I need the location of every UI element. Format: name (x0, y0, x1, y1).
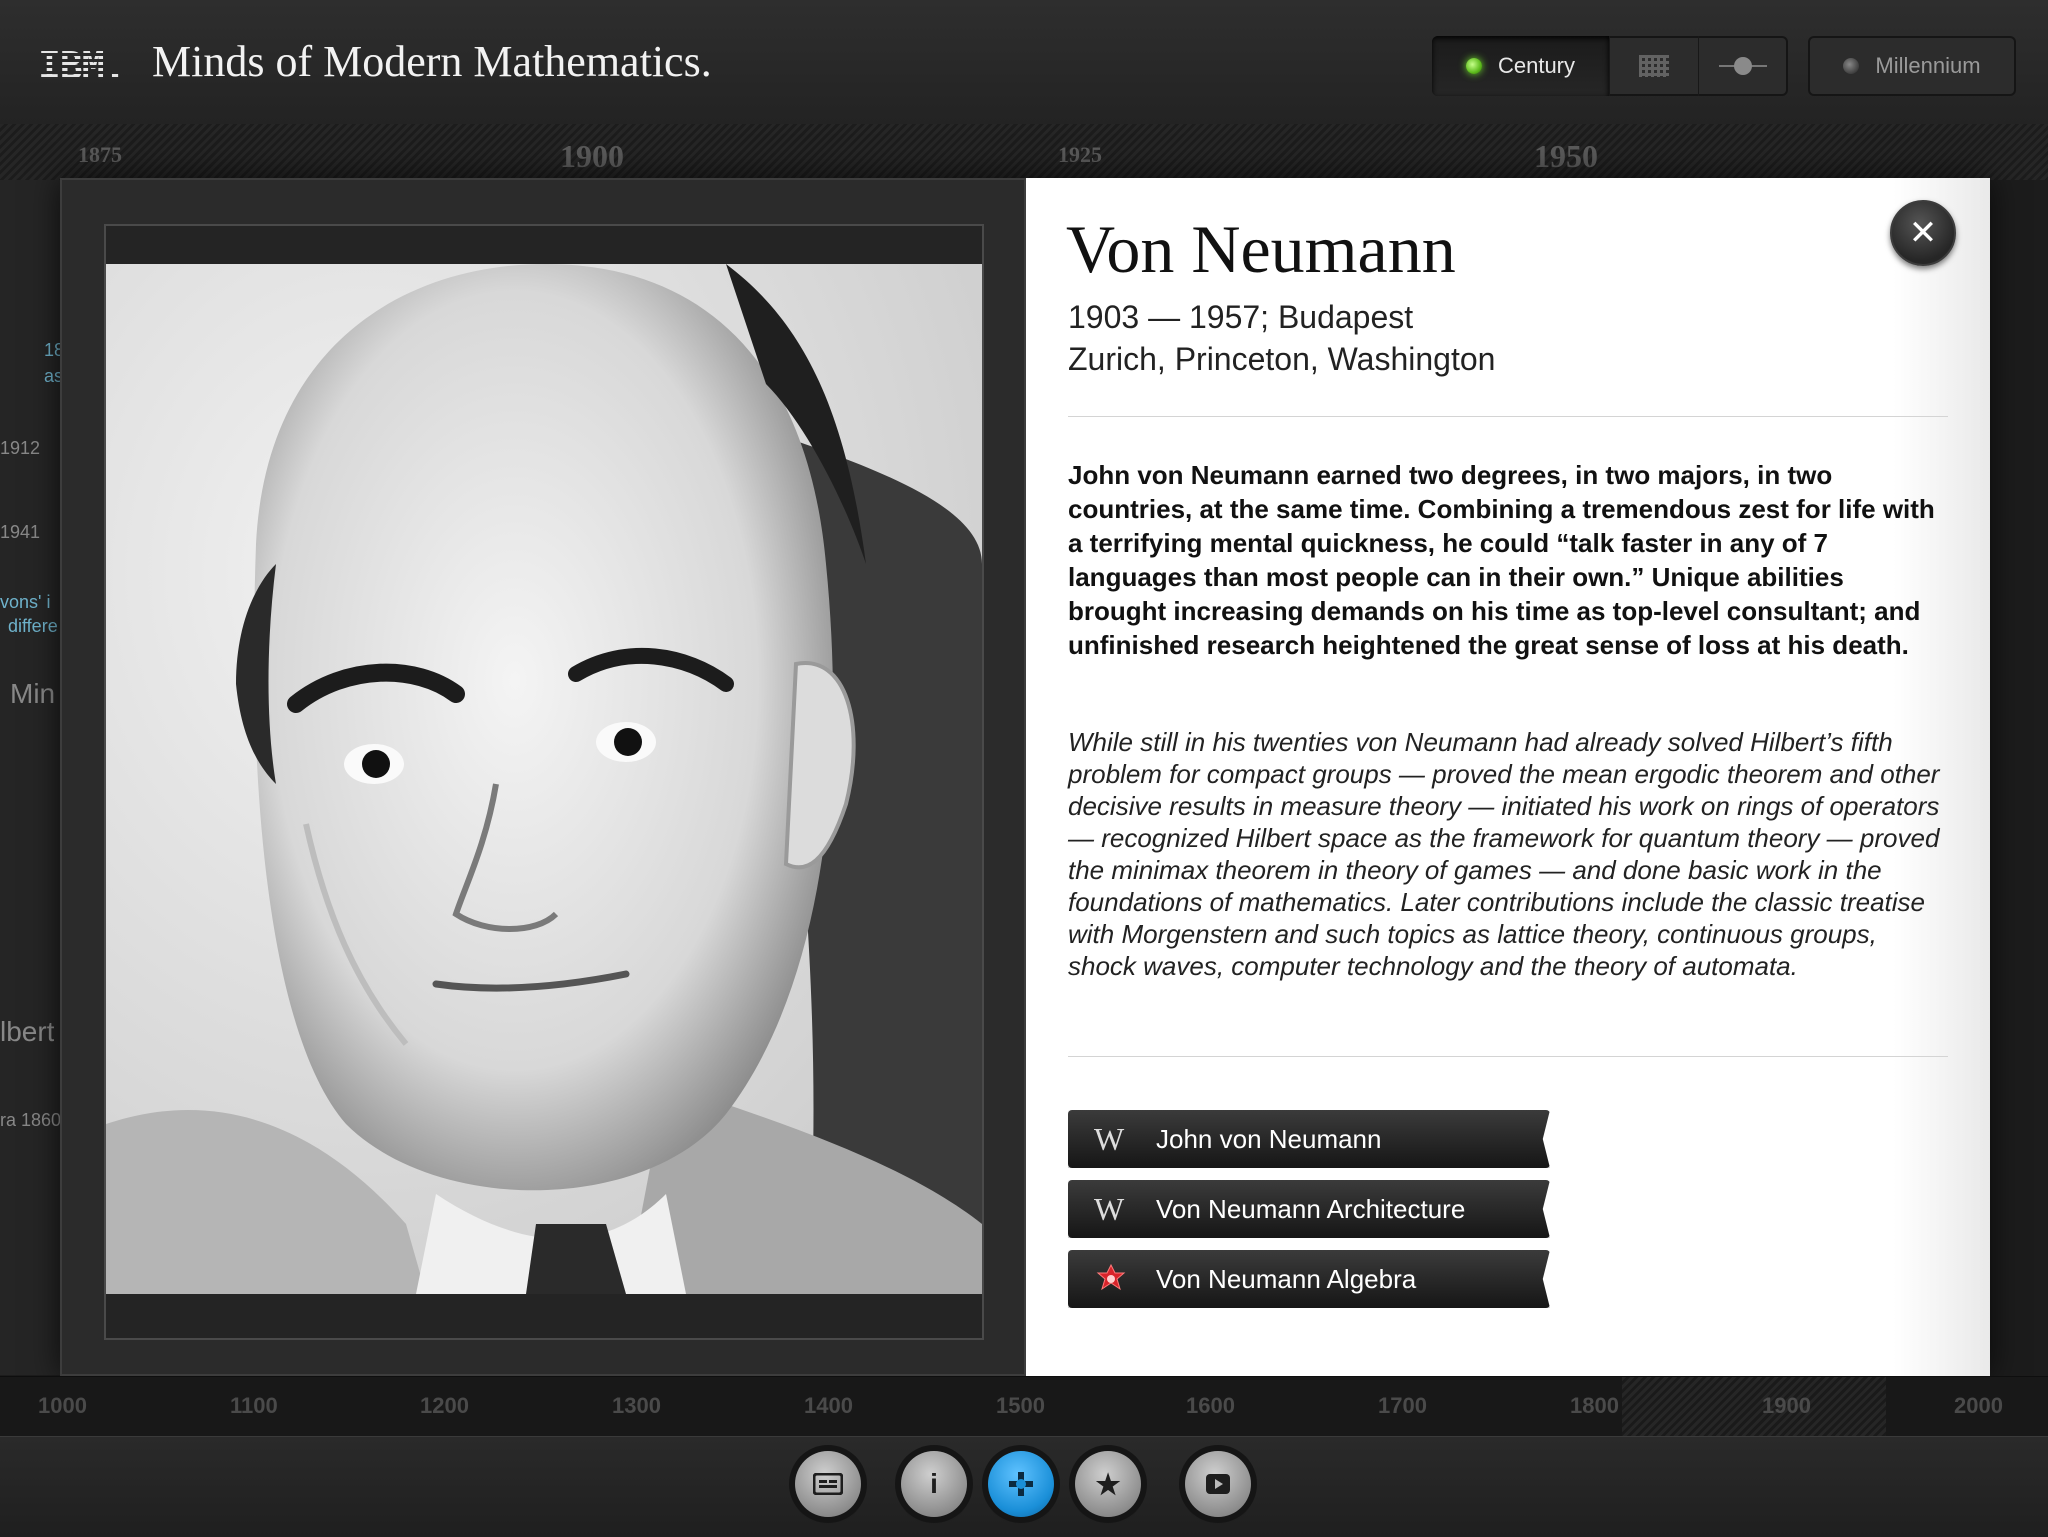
list-item[interactable]: Min (10, 678, 55, 710)
timeline-year: 1900 (560, 138, 624, 174)
app-title: Minds of Modern Mathematics. (152, 37, 712, 86)
ibm-logo: IBM. (38, 44, 127, 88)
close-icon: ✕ (1908, 214, 1938, 252)
card-list-icon (813, 1473, 843, 1495)
dates-line: 1903 — 1957; Budapest (1068, 299, 1414, 335)
person-description: John von Neumann earned two degrees, in … (1068, 460, 1935, 660)
list-item[interactable]: lbert (0, 1016, 54, 1048)
play-icon (1206, 1474, 1230, 1494)
video-button[interactable] (1185, 1451, 1251, 1517)
timeline-year: 1400 (804, 1393, 853, 1418)
timeline-year: 1925 (1058, 142, 1102, 167)
timeline-year: 2000 (1954, 1393, 2003, 1418)
photo-frame (104, 224, 984, 1340)
grid-view-button[interactable] (1610, 36, 1699, 96)
link-wikipedia-john-von-neumann[interactable]: W John von Neumann (1068, 1110, 1550, 1168)
link-wolfram-von-neumann-algebra[interactable]: Von Neumann Algebra (1068, 1250, 1550, 1308)
grid-icon (1638, 55, 1669, 77)
photo-pane (60, 178, 1026, 1376)
portrait-illustration (106, 264, 982, 1294)
millennium-led-icon (1843, 58, 1860, 74)
slider-view-button[interactable] (1699, 36, 1789, 96)
favorites-button[interactable]: ★ (1075, 1451, 1141, 1517)
list-item[interactable]: 1912 (0, 438, 40, 459)
divider (1068, 416, 1948, 417)
timeline-year: 1100 (230, 1393, 278, 1418)
close-button[interactable]: ✕ (1890, 200, 1956, 266)
navigate-button[interactable] (988, 1451, 1054, 1517)
places-line: Zurich, Princeton, Washington (1068, 341, 1496, 377)
millennium-label: Millennium (1875, 53, 1981, 78)
link-label: Von Neumann Algebra (1156, 1263, 1417, 1294)
star-icon: ★ (1095, 1468, 1121, 1500)
century-label: Century (1497, 53, 1576, 78)
portrait-photo (106, 264, 982, 1294)
person-name: Von Neumann (1066, 211, 1456, 287)
person-detail: While still in his twenties von Neumann … (1068, 727, 1940, 981)
century-toggle[interactable]: Century (1432, 36, 1610, 96)
timeline-year: 1700 (1378, 1393, 1427, 1418)
link-label: John von Neumann (1156, 1123, 1382, 1154)
timeline-year: 1800 (1570, 1393, 1619, 1418)
background-card-list: 18 as 1912 1941 vons' i differe Min lber… (0, 180, 64, 1375)
timeline-year: 1900 (1762, 1393, 1811, 1418)
decade-timeline[interactable]: 1875 1900 1925 1950 (0, 124, 2048, 180)
timeline-year: 1500 (996, 1393, 1045, 1418)
timeline-year: 1600 (1186, 1393, 1235, 1418)
timeline-year: 1875 (78, 142, 122, 167)
slider-icon (1715, 56, 1771, 76)
bottom-toolbar: i ★ (0, 1436, 2048, 1537)
profile-modal: ✕ Von Neumann 1903 — 1957; Budapest Zuri… (60, 178, 1990, 1376)
century-timeline[interactable]: 1000 1100 1200 1300 1400 1500 1600 1700 … (0, 1376, 2048, 1437)
century-led-icon (1465, 58, 1482, 74)
millennium-toggle[interactable]: Millennium (1808, 36, 2016, 96)
list-item[interactable]: 1941 (0, 522, 40, 543)
divider (1068, 1056, 1948, 1057)
person-dates-places: 1903 — 1957; Budapest Zurich, Princeton,… (1068, 296, 1495, 380)
timeline-year: 1200 (420, 1393, 469, 1418)
info-icon: i (930, 1468, 938, 1499)
info-button[interactable]: i (901, 1451, 967, 1517)
cards-button[interactable] (795, 1451, 861, 1517)
timeline-year: 1000 (38, 1393, 87, 1418)
list-item[interactable]: ra 1860 (0, 1110, 61, 1131)
wikipedia-icon: W (1094, 1190, 1125, 1227)
list-item[interactable]: differe (8, 616, 58, 637)
timeline-highlight (1622, 1377, 1886, 1437)
timeline-year: 1950 (1534, 138, 1598, 174)
link-label: Von Neumann Architecture (1156, 1193, 1466, 1224)
info-pane: ✕ Von Neumann 1903 — 1957; Budapest Zuri… (1026, 178, 1990, 1376)
scale-segmented-control: Century (1432, 36, 1788, 96)
move-arrows-icon (1009, 1472, 1033, 1496)
wolfram-icon (1096, 1263, 1126, 1294)
timeline-year: 1300 (612, 1393, 661, 1418)
wikipedia-icon: W (1094, 1120, 1125, 1157)
link-wikipedia-von-neumann-architecture[interactable]: W Von Neumann Architecture (1068, 1180, 1550, 1238)
list-item[interactable]: vons' i (0, 592, 50, 613)
top-bar: IBM. Minds of Modern Mathematics. Centur… (0, 0, 2048, 125)
